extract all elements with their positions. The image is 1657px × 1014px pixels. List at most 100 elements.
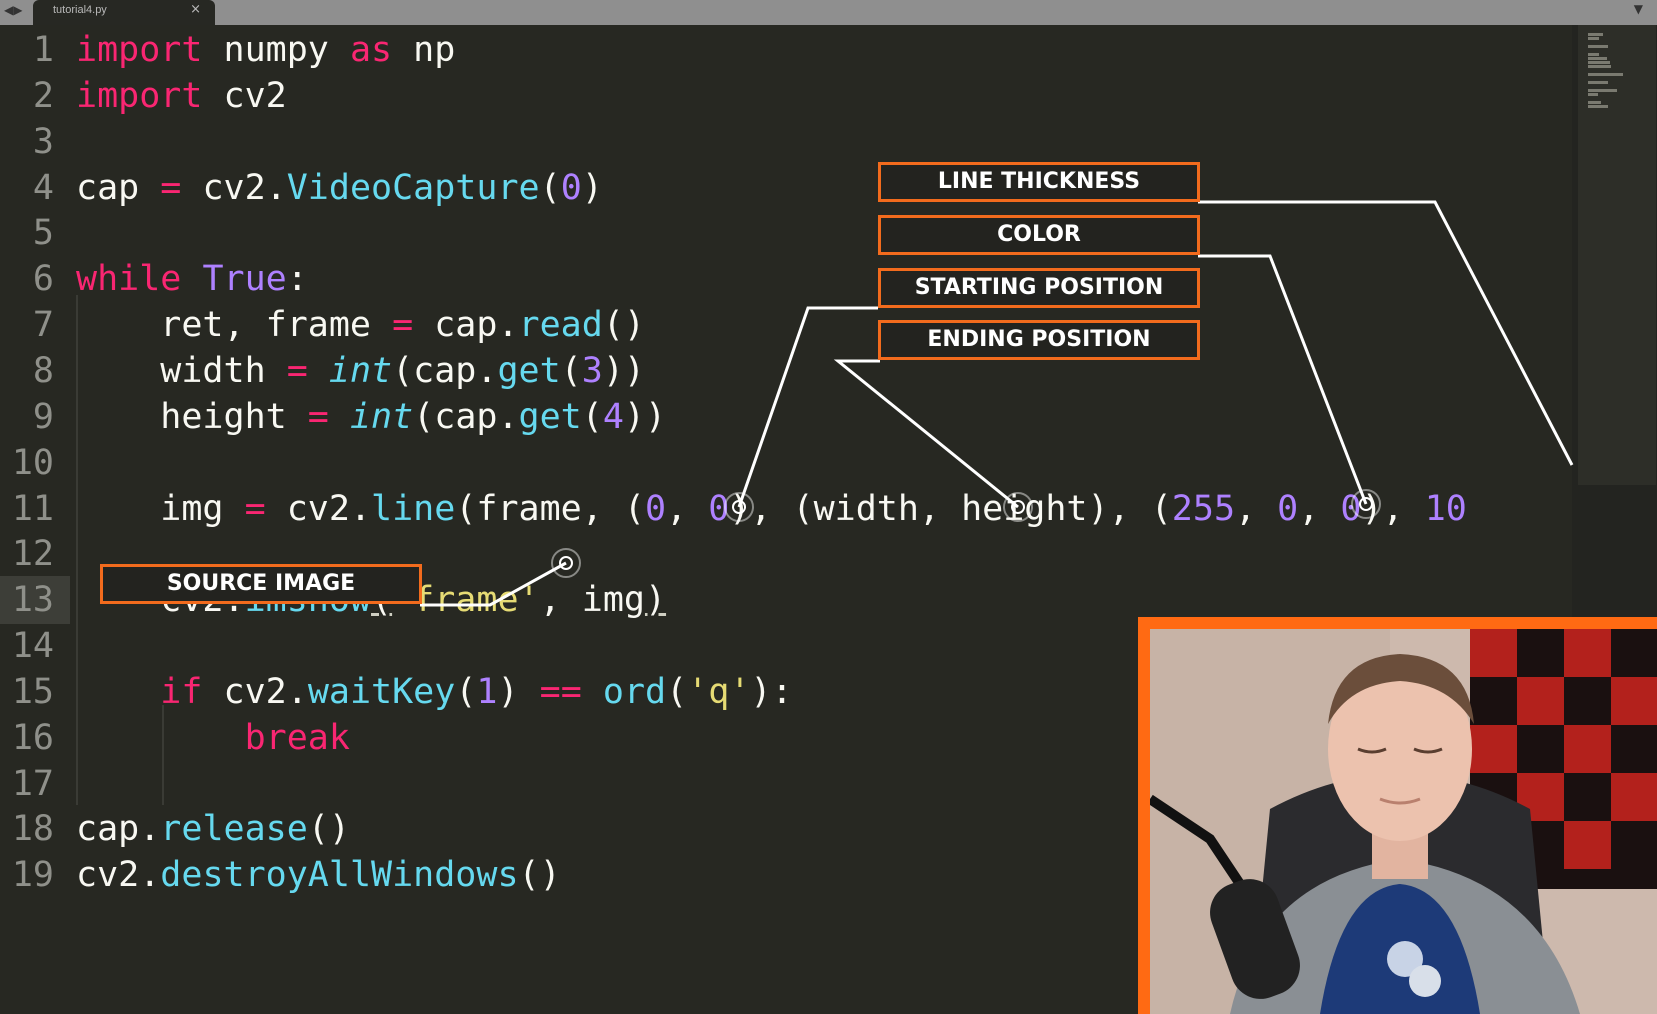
code-line[interactable]: cap = cv2.VideoCapture(0) [76,164,603,212]
code-line[interactable]: img = cv2.line(frame, (0, 0), (width, he… [76,485,1467,533]
line-number: 19 [11,855,54,896]
minimap-line [1588,101,1601,104]
line-number: 8 [32,350,54,391]
code-token: read [518,305,603,346]
code-token: ), [1361,488,1425,529]
code-token: 'q' [687,671,751,712]
code-token: ret, frame [76,305,393,346]
line-number: 12 [11,534,54,575]
minimap-line [1588,33,1603,36]
code-line[interactable]: cap.release() [76,805,350,853]
code-token: ( [539,167,561,208]
webcam-overlay [1138,617,1657,1014]
code-token: 0 [560,167,582,208]
presenter-illustration [1150,629,1657,1014]
code-token: cv2. [202,671,308,712]
code-token: == [539,671,582,712]
code-token: get [497,350,561,391]
minimap-line [1588,45,1608,48]
webcam-video [1150,629,1657,1014]
annotation-color: COLOR [878,215,1200,255]
code-line[interactable]: import cv2 [76,72,287,120]
code-token: get [518,396,582,437]
line-number-gutter: 1 2 3 4 5 6 7 8 9 10 11 12 13 14 15 16 17 18 19 [0,25,70,1014]
line-number: 5 [32,213,54,254]
line-number: 18 [11,809,54,850]
code-token: ), (width, height), ( [729,488,1172,529]
code-token: = [392,305,414,346]
code-token: waitKey [307,671,456,712]
code-token: ( [455,671,477,712]
close-icon[interactable]: × [190,2,201,17]
code-line[interactable]: while True: [76,255,308,303]
tab-tutorial4[interactable]: tutorial4.py × [33,0,215,25]
code-token: line [371,488,456,529]
code-line[interactable]: if cv2.waitKey(1) == ord('q'): [76,668,793,716]
minimap-line [1588,61,1610,64]
code-token: , img [539,580,645,621]
chevron-down-icon[interactable]: ▼ [1634,2,1643,16]
code-token: as [349,30,393,70]
code-token: = [286,350,308,391]
code-token: = [160,167,182,208]
line-number: 11 [11,488,54,529]
code-line[interactable]: break [76,714,350,762]
annotation-source-image: SOURCE IMAGE [100,564,422,604]
code-token: cap. [413,305,519,346]
line-number: 9 [32,396,54,437]
annotation-ending-position: ENDING POSITION [878,320,1200,360]
code-token: cv2. [265,488,372,529]
line-number: 10 [11,442,54,483]
minimap-viewport[interactable] [1578,25,1656,485]
code-line[interactable]: import numpy as np [76,26,455,74]
minimap-line [1588,105,1608,108]
line-number: 7 [32,305,54,346]
code-token: , [1298,488,1341,529]
code-token: import [76,75,203,116]
code-token: 255 [1171,488,1236,529]
code-token: (cap. [413,396,519,437]
code-token: = [244,488,266,529]
code-token: 0 [1340,488,1362,529]
code-token: () [307,809,350,850]
code-token: int [328,350,393,391]
code-token: )) [623,396,667,437]
code-token: img [76,488,245,529]
minimap-line [1588,65,1611,68]
code-token: width [76,350,287,391]
code-token: , [1235,488,1278,529]
code-token: cv2 [202,75,287,116]
code-token: ): [750,671,793,712]
code-token: () [518,855,561,896]
line-number: 2 [32,75,54,116]
code-token: 1 [476,671,498,712]
code-line[interactable]: cv2.destroyAllWindows() [76,851,561,899]
tab-scroll-left-icon[interactable]: ◀▶ [4,3,22,17]
code-token: import [76,30,203,70]
code-token: () [602,305,645,346]
line-number: 17 [11,763,54,804]
code-token: (cap. [392,350,498,391]
line-number: 4 [32,167,54,208]
minimap-line [1588,37,1599,40]
code-token: True [202,259,287,300]
code-token: numpy [202,30,350,70]
code-token: ord [602,671,667,712]
code-token: cap. [76,809,161,850]
code-token: break [244,717,350,758]
code-line[interactable]: height = int(cap.get(4)) [76,393,666,441]
code-token: )) [602,350,645,391]
minimap-line [1588,57,1607,60]
code-line[interactable]: ret, frame = cap.read() [76,301,645,349]
code-token: 0 [644,488,667,529]
code-token: ( [666,671,688,712]
tab-bar: ◀▶ tutorial4.py × ▼ [0,0,1657,25]
code-token: if [160,671,203,712]
code-line[interactable]: width = int(cap.get(3)) [76,347,645,395]
code-token: 3 [581,350,603,391]
code-token: cv2. [76,855,161,896]
